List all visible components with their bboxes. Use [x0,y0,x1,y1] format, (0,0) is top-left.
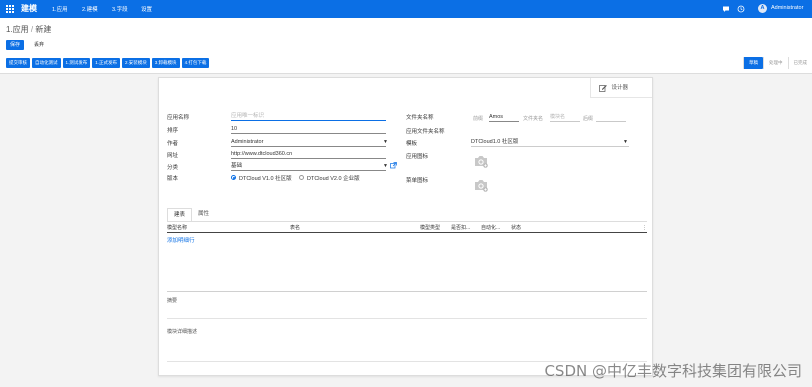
tab-divider [167,221,647,222]
column-model-type[interactable]: 模型类型 [420,224,440,233]
menu-icon-upload-icon[interactable] [473,177,489,193]
external-link-icon[interactable] [390,162,397,169]
template-select[interactable]: DTCloud1.0 社区版 [471,138,629,147]
column-automation[interactable]: 自动化... [481,224,500,233]
suffix-input[interactable] [596,113,626,122]
column-is-deduct[interactable]: 是否扣... [451,224,470,233]
menu-item-apps[interactable]: 1.应用 [52,5,68,13]
table-bottom-divider [167,291,647,292]
app-icon-label: 应用图标 [406,154,429,160]
status-done[interactable]: 已完成 [787,57,812,69]
user-menu[interactable]: Administrator [771,5,803,11]
version-label: 版本 [167,176,179,182]
apps-grid-icon[interactable] [6,5,14,13]
website-input[interactable]: http://www.dtcloud360.cn [231,150,386,159]
category-select[interactable]: 基础 [231,162,386,171]
watermark: CSDN @中亿丰数字科技集团有限公司 [544,362,802,380]
install-module-button[interactable]: 2.安装模块 [122,58,150,68]
menu-item-fields[interactable]: 3.字段 [112,5,128,13]
discard-button[interactable]: 丢弃 [30,40,48,50]
app-name-label: 应用名称 [167,115,190,121]
designer-label: 设计器 [611,85,629,91]
summary-input[interactable] [167,318,647,319]
version-radio-enterprise[interactable] [299,175,304,180]
folder-input[interactable]: 模块名 [550,113,580,122]
designer-button[interactable]: 设计器 [590,78,652,98]
description-label: 模块详细描述 [167,329,198,335]
breadcrumb-current: 新建 [35,25,52,34]
folder-label: 文件夹名 [523,116,544,122]
website-label: 网址 [167,153,179,159]
column-status[interactable]: 状态 [511,224,521,233]
folder-name-label: 文件夹名称 [406,115,434,121]
tab-attributes[interactable]: 属性 [192,208,216,221]
breadcrumb-separator: / [30,25,34,34]
app-name-input[interactable]: 应用唯一标识 [231,112,386,121]
status-processing[interactable]: 处理中 [763,57,788,69]
add-line-link[interactable]: 添加明细行 [167,236,195,244]
column-model-name[interactable]: 模型名称 [167,224,187,233]
prefix-label: 前缀 [473,116,484,122]
status-draft[interactable]: 草稿 [743,57,763,69]
app-folder-label: 应用文件夹名称 [406,129,445,135]
author-label: 作者 [167,141,179,147]
menu-item-settings[interactable]: 设置 [141,5,152,13]
form-sheet: 设计器 应用名称 应用唯一标识 排序 10 作者 Administrator ▼… [158,77,653,376]
status-bar: 草稿 处理中 已完成 [743,57,812,69]
test-release-button[interactable]: 1.测试发布 [62,58,91,68]
chevron-down-icon[interactable]: ▼ [383,163,388,169]
summary-label: 摘要 [167,298,178,304]
version-option-enterprise[interactable]: DTCloud V2.0 企业版 [307,174,360,182]
chevron-down-icon[interactable]: ▼ [623,139,628,145]
clock-icon[interactable] [737,5,745,13]
breadcrumb-parent[interactable]: 1.应用 [6,25,29,34]
table-header: 模型名称 表名 模型类型 是否扣... 自动化... 状态 ⋮ [167,224,647,233]
notebook-tabs: 建表 属性 [167,208,216,221]
edit-icon [599,84,607,92]
author-select[interactable]: Administrator [231,138,386,147]
submit-review-button[interactable]: 提交审核 [6,58,30,68]
top-navbar: 建模 1.应用 2.建模 3.字段 设置 A Administrator [0,0,812,18]
sequence-label: 排序 [167,128,179,134]
menu-icon-label: 菜单图标 [406,178,429,184]
menu-item-modeling[interactable]: 2.建模 [82,5,98,13]
column-table-name[interactable]: 表名 [290,224,300,233]
control-panel: 1.应用 / 新建 保存 丢弃 提交审核 自动化测试 1.测试发布 1.正式发布… [0,18,812,74]
app-brand[interactable]: 建模 [21,3,37,14]
sequence-input[interactable]: 10 [231,125,386,134]
prefix-input[interactable]: Amos [489,113,519,122]
save-button[interactable]: 保存 [6,40,25,50]
breadcrumb: 1.应用 / 新建 [6,24,51,35]
workflow-buttons: 提交审核 自动化测试 1.测试发布 1.正式发布 2.安装模块 3.卸载模块 4… [6,58,210,68]
package-download-button[interactable]: 4.打包下载 [181,58,210,68]
suffix-label: 后缀 [583,116,594,122]
category-label: 分类 [167,165,179,171]
template-label: 模板 [406,141,418,147]
column-options-icon[interactable]: ⋮ [642,224,647,233]
official-release-button[interactable]: 1.正式发布 [92,58,121,68]
app-icon-upload-icon[interactable] [473,153,489,169]
tab-build-table[interactable]: 建表 [167,208,193,221]
version-radio-community[interactable] [231,175,236,180]
auto-test-button[interactable]: 自动化测试 [32,58,61,68]
version-option-community[interactable]: DTCloud V1.0 社区版 [239,174,292,182]
chevron-down-icon[interactable]: ▼ [383,139,388,145]
chat-icon[interactable] [722,5,730,13]
avatar[interactable]: A [758,4,767,13]
uninstall-module-button[interactable]: 3.卸载模块 [151,58,180,68]
